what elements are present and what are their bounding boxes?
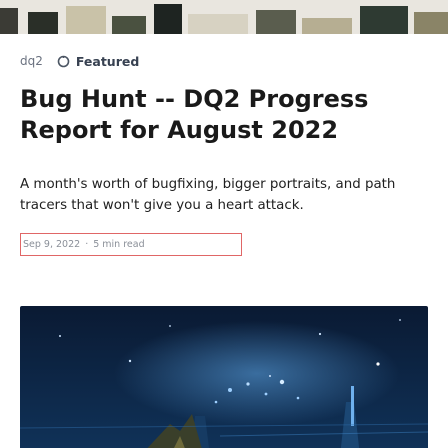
article-title[interactable]: Bug Hunt -- DQ2 Progress Report for Augu… (20, 84, 430, 146)
read-time: 5 min read (93, 239, 145, 250)
article-summary: A month's worth of bugfixing, bigger por… (20, 177, 396, 213)
pushpin-icon (57, 55, 70, 68)
featured-badge: Featured (57, 54, 139, 69)
article-meta: Sep 9, 2022 · 5 min read (20, 233, 242, 256)
article-card: dq2 Featured Bug Hunt -- DQ2 Progress Re… (0, 0, 448, 448)
publish-date: Sep 9, 2022 (23, 239, 81, 250)
repo-tag[interactable]: dq2 (20, 54, 43, 68)
tag-row: dq2 Featured (20, 50, 139, 72)
meta-separator: · (85, 239, 89, 250)
previous-article-image[interactable] (0, 0, 448, 34)
cover-image[interactable] (20, 306, 428, 448)
featured-label: Featured (75, 53, 140, 69)
